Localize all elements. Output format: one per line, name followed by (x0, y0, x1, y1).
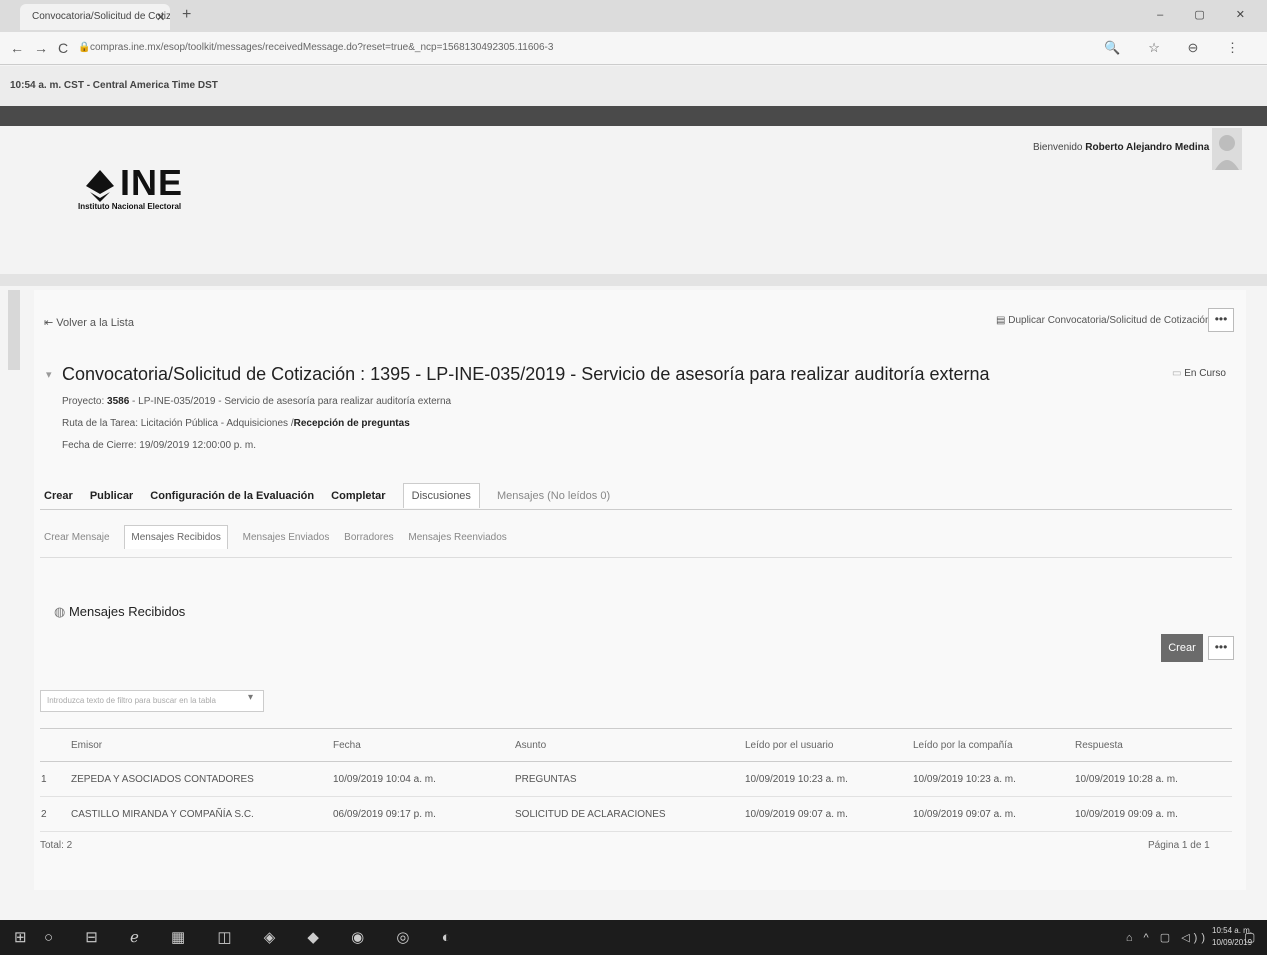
project-number[interactable]: 3586 (107, 396, 129, 407)
tab-close-icon[interactable]: ✕ (156, 11, 165, 24)
table-header-row: Emisor Fecha Asunto Leído por el usuario… (40, 728, 1232, 762)
welcome-text: Bienvenido Roberto Alejandro Medina (1033, 142, 1209, 153)
tab-crear[interactable]: Crear (44, 490, 73, 502)
col-leido-compania[interactable]: Leído por la compañía (912, 728, 1074, 762)
cell-respuesta: 10/09/2019 09:09 a. m. (1074, 796, 1232, 832)
messages-table: Emisor Fecha Asunto Leído por el usuario… (40, 728, 1232, 832)
cell-fecha: 10/09/2019 10:04 a. m. (332, 761, 514, 797)
messages-more-button[interactable]: ••• (1208, 636, 1234, 660)
timezone-label: 10:54 a. m. CST - Central America Time D… (10, 80, 218, 91)
subtab-borradores[interactable]: Borradores (344, 532, 393, 543)
tab-completar[interactable]: Completar (331, 490, 385, 502)
table-row[interactable]: 1 ZEPEDA Y ASOCIADOS CONTADORES 10/09/20… (40, 761, 1232, 797)
cell-fecha: 06/09/2019 09:17 p. m. (332, 796, 514, 832)
cell-respuesta: 10/09/2019 10:28 a. m. (1074, 761, 1232, 797)
subtabs-divider (40, 557, 1232, 558)
tab-mensajes[interactable]: Mensajes (No leídos 0) (497, 490, 610, 502)
cell-asunto[interactable]: SOLICITUD DE ACLARACIONES (514, 796, 744, 832)
col-leido-usuario[interactable]: Leído por el usuario (744, 728, 912, 762)
project-name: - LP-INE-035/2019 - Servicio de asesoría… (129, 396, 452, 407)
back-to-list-label: Volver a la Lista (56, 317, 134, 329)
new-tab-button[interactable]: + (182, 6, 191, 24)
create-message-button[interactable]: Crear (1161, 634, 1203, 662)
start-button[interactable]: ⊞ (14, 928, 27, 946)
pagination: Página 1 de 1 (1148, 840, 1210, 851)
page-title: Convocatoria/Solicitud de Cotización : 1… (62, 364, 990, 384)
col-emisor[interactable]: Emisor (70, 728, 332, 762)
browser-tab[interactable]: Convocatoria/Solicitud de Cotiz... (20, 4, 170, 30)
route-line: Ruta de la Tarea: Licitación Pública - A… (62, 418, 410, 429)
col-respuesta[interactable]: Respuesta (1074, 728, 1232, 762)
project-prefix: Proyecto: (62, 396, 108, 407)
row-index: 1 (40, 761, 70, 797)
status-icon: ▭ (1172, 368, 1185, 379)
total-count: Total: 2 (40, 840, 73, 851)
cell-leido-compania: 10/09/2019 10:23 a. m. (912, 761, 1074, 797)
globe-icon: ◍ (54, 604, 69, 619)
url-input[interactable]: compras.ine.mx/esop/toolkit/messages/rec… (90, 42, 553, 53)
route-current: Recepción de preguntas (293, 418, 410, 429)
route-prefix: Ruta de la Tarea: Licitación Pública - A… (62, 418, 294, 429)
back-arrow-icon[interactable]: ← (10, 40, 24, 56)
logo-text: INE (120, 162, 184, 203)
back-arrow-icon: ⇤ (44, 317, 57, 329)
tab-discusiones[interactable]: Discusiones (402, 483, 480, 508)
duplicate-label: Duplicar Convocatoria/Solicitud de Cotiz… (1008, 315, 1211, 326)
lock-icon: 🔒 (78, 42, 91, 53)
section-title-label: Mensajes Recibidos (68, 604, 186, 619)
cell-emisor[interactable]: ZEPEDA Y ASOCIADOS CONTADORES (70, 761, 332, 797)
col-index (40, 728, 70, 762)
subtab-mensajes-recibidos[interactable]: Mensajes Recibidos (124, 525, 228, 549)
main-tabs: Crear Publicar Configuración de la Evalu… (44, 483, 624, 508)
duplicate-link[interactable]: ▤ Duplicar Convocatoria/Solicitud de Cot… (996, 315, 1211, 326)
side-handle[interactable] (8, 290, 20, 370)
close-date: Fecha de Cierre: 19/09/2019 12:00:00 p. … (62, 440, 257, 451)
cell-leido-usuario: 10/09/2019 09:07 a. m. (744, 796, 912, 832)
subtab-mensajes-enviados[interactable]: Mensajes Enviados (243, 532, 330, 543)
cell-emisor[interactable]: CASTILLO MIRANDA Y COMPAÑÍA S.C. (70, 796, 332, 832)
taskbar-app-icons[interactable]: ○ ⊟ ℯ ▦ ◫ ◈ ◆ ◉ ◎ ◐ (44, 928, 465, 946)
sub-tabs: Crear Mensaje Mensajes Recibidos Mensaje… (44, 525, 519, 549)
cell-leido-usuario: 10/09/2019 10:23 a. m. (744, 761, 912, 797)
more-actions-button[interactable]: ••• (1208, 308, 1234, 332)
logo-subtitle: Instituto Nacional Electoral (78, 202, 182, 211)
status-badge: ▭ En Curso (1172, 368, 1226, 379)
forward-arrow-icon[interactable]: → (34, 40, 48, 56)
notification-icon[interactable]: ▢ (1244, 930, 1255, 944)
subtab-mensajes-reenviados[interactable]: Mensajes Reenviados (408, 532, 506, 543)
status-label: En Curso (1184, 368, 1226, 379)
system-tray-icons[interactable]: ⌂ ^ ▢ ◁)) (1126, 931, 1209, 944)
back-to-list-link[interactable]: ⇤ Volver a la Lista (44, 316, 134, 329)
table-row[interactable]: 2 CASTILLO MIRANDA Y COMPAÑÍA S.C. 06/09… (40, 796, 1232, 832)
cell-leido-compania: 10/09/2019 09:07 a. m. (912, 796, 1074, 832)
tabs-divider (40, 509, 1232, 510)
header-separator (0, 274, 1267, 286)
tab-configuracion-evaluacion[interactable]: Configuración de la Evaluación (150, 490, 314, 502)
window-controls[interactable]: – ▢ ✕ (1157, 8, 1259, 21)
project-line: Proyecto: 3586 - LP-INE-035/2019 - Servi… (62, 396, 451, 407)
tab-publicar[interactable]: Publicar (90, 490, 133, 502)
table-filter-input[interactable]: Introduzca texto de filtro para buscar e… (40, 690, 264, 712)
col-asunto[interactable]: Asunto (514, 728, 744, 762)
cell-asunto[interactable]: PREGUNTAS (514, 761, 744, 797)
welcome-prefix: Bienvenido (1033, 142, 1086, 153)
caret-icon[interactable]: ▾ (46, 368, 52, 381)
reload-icon[interactable]: C (58, 40, 68, 56)
subtab-crear-mensaje[interactable]: Crear Mensaje (44, 532, 110, 543)
filter-dropdown-icon[interactable]: ▾ (248, 692, 253, 703)
section-title: ◍ Mensajes Recibidos (54, 604, 185, 620)
browser-action-icons[interactable]: 🔍 ☆ ⊖ ⋮ (1104, 40, 1251, 56)
row-index: 2 (40, 796, 70, 832)
user-avatar-icon[interactable] (1212, 128, 1242, 170)
col-fecha[interactable]: Fecha (332, 728, 514, 762)
copy-icon: ▤ (996, 315, 1009, 326)
top-dark-bar (0, 106, 1267, 126)
user-name[interactable]: Roberto Alejandro Medina (1085, 142, 1209, 153)
